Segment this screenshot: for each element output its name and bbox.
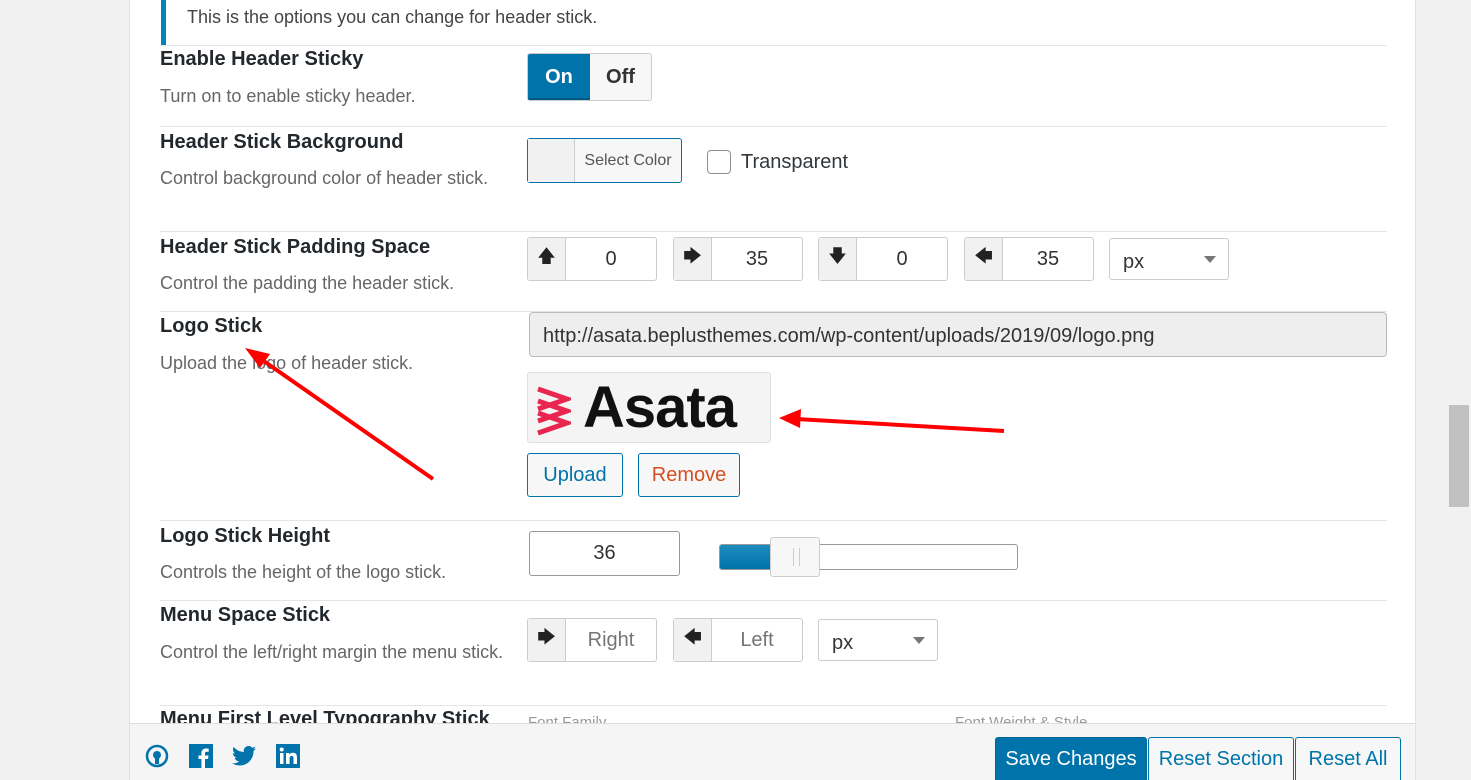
annotation-arrows: [245, 348, 1005, 481]
scrollbar-thumb[interactable]: [1449, 405, 1469, 507]
annotation-arrow-logo-image: [779, 409, 1005, 433]
annotation-arrow-logo-title: [245, 348, 435, 481]
